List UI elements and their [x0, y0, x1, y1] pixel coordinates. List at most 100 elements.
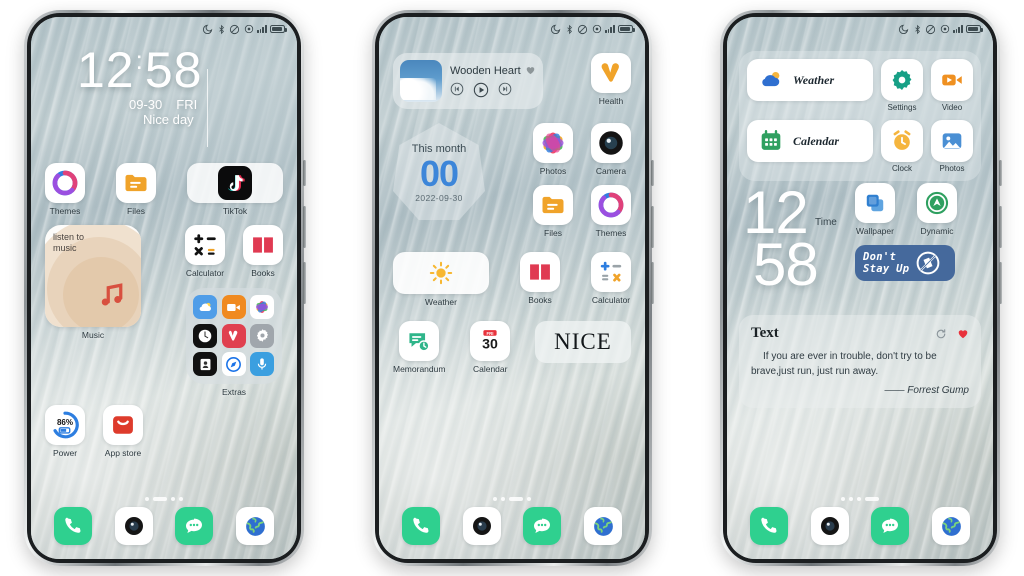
themes-icon: [591, 185, 631, 225]
clock-weekday: FRI: [176, 96, 198, 112]
recorder-icon: [250, 352, 275, 377]
app-memorandum[interactable]: Memorandum: [393, 321, 445, 374]
app-tiktok[interactable]: TikTok: [187, 163, 283, 216]
app-calculator[interactable]: Calculator: [591, 252, 631, 305]
music-player-widget: Wooden Heart: [393, 53, 543, 109]
battery-icon: [618, 25, 635, 33]
app-label: Power: [52, 448, 78, 458]
app-calculator[interactable]: Calculator: [185, 225, 225, 278]
app-video[interactable]: Video: [931, 59, 973, 112]
app-weather[interactable]: Weather: [747, 59, 873, 101]
prev-icon[interactable]: [450, 82, 464, 96]
quote-body: If you are ever in trouble, don't try to…: [751, 351, 937, 377]
volume-down-button[interactable]: [651, 262, 654, 304]
player-controls: [450, 82, 536, 98]
power-button[interactable]: [303, 160, 306, 186]
app-books[interactable]: Books: [520, 252, 560, 305]
widget-nice[interactable]: NICE: [535, 321, 631, 363]
play-icon[interactable]: [473, 82, 489, 98]
app-label: Files: [544, 228, 562, 238]
app-label: Extras: [221, 387, 247, 397]
app-health[interactable]: Health: [591, 53, 631, 106]
app-themes[interactable]: Themes: [591, 185, 631, 238]
app-wallpaper[interactable]: Wallpaper: [855, 183, 895, 236]
widget-music[interactable]: listen to music Music: [45, 225, 141, 340]
dynamic-icon: [917, 183, 957, 223]
app-label: Memorandum: [393, 364, 446, 374]
memo-icon: [399, 321, 440, 361]
browser-globe-icon[interactable]: [584, 507, 623, 545]
app-label: Wallpaper: [856, 226, 894, 236]
dont-stay-up-badge[interactable]: Don't Stay Up: [855, 245, 955, 281]
svg-text:86%: 86%: [57, 418, 73, 427]
clock-icon: [193, 323, 217, 348]
health-icon: [591, 53, 631, 93]
app-calendar[interactable]: Calendar: [747, 120, 873, 162]
app-settings[interactable]: Settings: [881, 59, 923, 112]
next-icon[interactable]: [498, 82, 512, 96]
app-files[interactable]: Files: [533, 185, 573, 238]
phone-icon[interactable]: [53, 507, 92, 545]
volume-up-button[interactable]: [651, 206, 654, 248]
refresh-icon[interactable]: [935, 328, 947, 340]
dock: [379, 507, 645, 545]
video-icon: [221, 295, 246, 319]
music-note-icon: [97, 280, 127, 315]
volume-up-button[interactable]: [303, 206, 306, 248]
widget-music-player[interactable]: Wooden Heart: [393, 53, 543, 109]
app-clock[interactable]: Clock: [881, 120, 923, 173]
app-books[interactable]: Books: [243, 225, 283, 278]
page-indicator[interactable]: [727, 497, 993, 501]
widget-this-month[interactable]: This month 00 2022-09-30: [393, 123, 485, 223]
lockscreen-clock-widget[interactable]: 12:58 09-30 FRI Nice day: [77, 45, 209, 147]
app-weather[interactable]: Weather: [393, 252, 489, 307]
quote-author: —— Forrest Gump: [884, 385, 969, 396]
camera-icon[interactable]: [810, 507, 849, 545]
app-files[interactable]: Files: [116, 163, 156, 216]
phone-2: Wooden Heart Health This month 00 2022-0…: [372, 10, 654, 566]
volume-down-button[interactable]: [303, 262, 306, 304]
heart-icon[interactable]: [525, 65, 536, 76]
power-button[interactable]: [651, 160, 654, 186]
health-icon: [221, 323, 246, 348]
app-store[interactable]: App store: [103, 405, 143, 458]
location-icon: [940, 24, 949, 34]
phone-icon[interactable]: [749, 507, 788, 545]
volume-up-button[interactable]: [999, 206, 1002, 248]
browser-globe-icon[interactable]: [932, 507, 971, 545]
volume-down-button[interactable]: [999, 262, 1002, 304]
nice-text-widget: NICE: [535, 321, 631, 363]
app-power[interactable]: 86% Power: [45, 405, 85, 458]
calendar-icon: FRI 30: [470, 321, 511, 361]
power-button[interactable]: [999, 160, 1002, 186]
heart-icon[interactable]: [957, 328, 969, 340]
files-icon: [116, 163, 156, 203]
camera-icon[interactable]: [462, 507, 501, 545]
month-counter-widget: This month 00 2022-09-30: [393, 123, 485, 220]
messages-icon[interactable]: [871, 507, 910, 545]
messages-icon[interactable]: [523, 507, 562, 545]
app-dynamic[interactable]: Dynamic: [917, 183, 957, 236]
calendar-green-icon: [761, 130, 781, 150]
app-photos[interactable]: Photos: [931, 120, 973, 173]
page-indicator[interactable]: [379, 497, 645, 501]
calculator-icon: [185, 225, 225, 265]
messages-icon[interactable]: [175, 507, 214, 545]
folder-extras[interactable]: Extras: [185, 288, 283, 397]
quote-header: Text: [751, 325, 969, 342]
page-indicator[interactable]: [31, 497, 297, 501]
text-quote-widget[interactable]: Text If you are ever in trouble, don't t…: [739, 315, 981, 408]
phone-icon[interactable]: [401, 507, 440, 545]
app-photos[interactable]: Photos: [533, 123, 573, 176]
browser-compass-icon: [221, 352, 246, 377]
app-themes[interactable]: Themes: [45, 163, 85, 216]
camera-icon[interactable]: [114, 507, 153, 545]
phone-1: 12:58 09-30 FRI Nice day Themes Files Ti…: [24, 10, 306, 566]
photos-image-icon: [931, 120, 973, 162]
clock-divider: [207, 69, 209, 147]
app-camera[interactable]: Camera: [591, 123, 631, 176]
video-icon: [931, 59, 973, 101]
month-value: 00: [419, 153, 459, 195]
app-calendar[interactable]: FRI 30 Calendar: [470, 321, 511, 374]
browser-globe-icon[interactable]: [236, 507, 275, 545]
